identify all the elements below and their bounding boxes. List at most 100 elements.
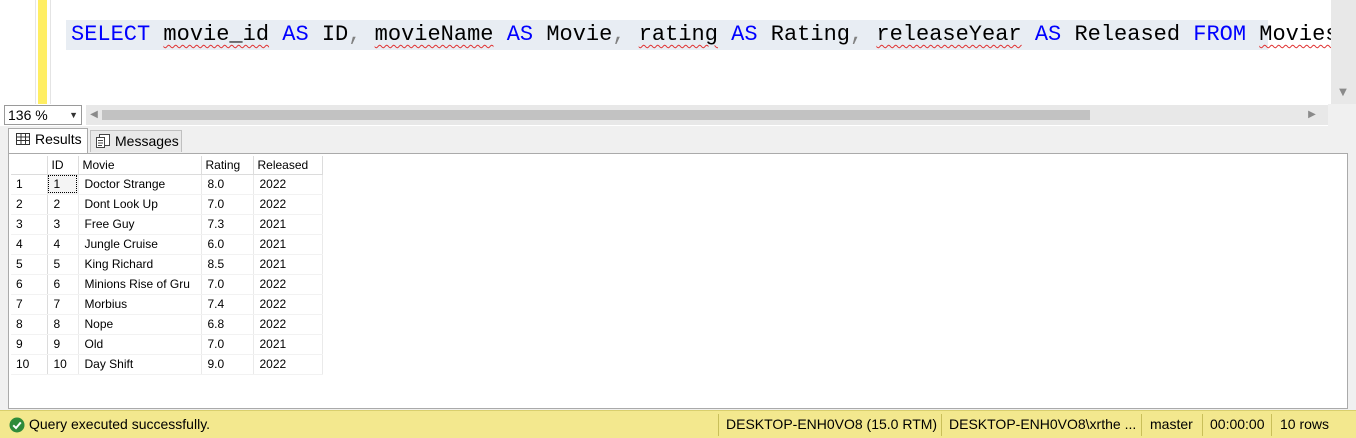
row-number[interactable]: 6 — [11, 274, 48, 295]
tab-results-label: Results — [35, 131, 82, 147]
row-number[interactable]: 1 — [11, 174, 48, 195]
scroll-left-arrow-icon[interactable]: ◀ — [86, 105, 102, 125]
row-number[interactable]: 5 — [11, 254, 48, 275]
cell-released[interactable]: 2022 — [253, 294, 323, 315]
scroll-down-arrow-icon[interactable]: ▼ — [1335, 86, 1351, 100]
tab-results[interactable]: Results — [8, 128, 88, 153]
cell-rating[interactable]: 7.4 — [201, 294, 254, 315]
cell-movie[interactable]: King Richard — [78, 254, 202, 275]
sql-column-rating: rating — [638, 22, 718, 47]
cell-movie[interactable]: Nope — [78, 314, 202, 335]
table-row[interactable]: 9 9 Old 7.0 2021 — [11, 334, 323, 355]
cell-released[interactable]: 2021 — [253, 214, 323, 235]
results-grid[interactable]: ID Movie Rating Released 1 1 Doctor Strang… — [8, 153, 1348, 409]
table-row[interactable]: 4 4 Jungle Cruise 6.0 2021 — [11, 234, 323, 255]
table-row[interactable]: 1 1 Doctor Strange 8.0 2022 — [11, 174, 323, 195]
horizontal-scroll-thumb[interactable] — [102, 110, 1090, 120]
status-elapsed-time: 00:00:00 — [1210, 416, 1265, 432]
row-number[interactable]: 2 — [11, 194, 48, 215]
sql-keyword-as: AS — [506, 22, 534, 47]
chevron-down-icon[interactable]: ▼ — [69, 106, 78, 124]
cell-id[interactable]: 7 — [47, 294, 79, 315]
cell-id[interactable]: 6 — [47, 274, 79, 295]
cell-id[interactable]: 8 — [47, 314, 79, 335]
row-number[interactable]: 3 — [11, 214, 48, 235]
status-divider — [1141, 414, 1142, 436]
sql-alias-rating: Rating — [770, 22, 850, 47]
row-number[interactable]: 7 — [11, 294, 48, 315]
column-header-released[interactable]: Released — [253, 156, 323, 175]
table-row[interactable]: 5 5 King Richard 8.5 2021 — [11, 254, 323, 275]
zoom-value: 136 % — [8, 107, 48, 123]
row-number[interactable]: 10 — [11, 354, 48, 375]
table-row[interactable]: 7 7 Morbius 7.4 2022 — [11, 294, 323, 315]
cell-id[interactable]: 9 — [47, 334, 79, 355]
cell-rating[interactable]: 9.0 — [201, 354, 254, 375]
sql-keyword-as: AS — [731, 22, 758, 47]
status-bar: Query executed successfully. DESKTOP-ENH… — [0, 410, 1356, 438]
cell-released[interactable]: 2022 — [253, 354, 323, 375]
scrollbar-corner — [1328, 104, 1356, 126]
table-row[interactable]: 8 8 Nope 6.8 2022 — [11, 314, 323, 335]
scroll-right-arrow-icon[interactable]: ▶ — [1304, 105, 1320, 125]
cell-released[interactable]: 2022 — [253, 194, 323, 215]
gutter-divider — [50, 0, 51, 104]
cell-movie[interactable]: Morbius — [78, 294, 202, 315]
cell-rating[interactable]: 6.8 — [201, 314, 254, 335]
editor-horizontal-scrollbar[interactable]: ◀ ▶ — [86, 105, 1328, 125]
sql-column-moviename: movieName — [374, 22, 494, 47]
cell-id[interactable]: 5 — [47, 254, 79, 275]
cell-movie[interactable]: Old — [78, 334, 202, 355]
column-header-id[interactable]: ID — [47, 156, 79, 175]
sql-keyword-from: FROM — [1193, 22, 1247, 47]
sql-comma: , — [849, 22, 864, 47]
row-number-header[interactable] — [11, 156, 48, 175]
sql-query-text[interactable]: SELECT movie_id AS ID, movieName AS Movi… — [71, 22, 1352, 48]
cell-rating[interactable]: 7.0 — [201, 274, 254, 295]
status-divider — [718, 414, 719, 436]
cell-released[interactable]: 2021 — [253, 234, 323, 255]
check-circle-icon — [9, 417, 25, 433]
cell-released[interactable]: 2021 — [253, 254, 323, 275]
cell-movie[interactable]: Day Shift — [78, 354, 202, 375]
table-row[interactable]: 2 2 Dont Look Up 7.0 2022 — [11, 194, 323, 215]
column-header-movie[interactable]: Movie — [78, 156, 202, 175]
tab-messages[interactable]: Messages — [90, 130, 182, 152]
cell-rating[interactable]: 8.5 — [201, 254, 254, 275]
cell-movie[interactable]: Minions Rise of Gru — [78, 274, 202, 295]
row-number[interactable]: 8 — [11, 314, 48, 335]
cell-id[interactable]: 1 — [47, 174, 79, 195]
cell-released[interactable]: 2022 — [253, 314, 323, 335]
cell-id[interactable]: 3 — [47, 214, 79, 235]
cell-id[interactable]: 10 — [47, 354, 79, 375]
column-header-rating[interactable]: Rating — [201, 156, 254, 175]
sql-comma: , — [612, 22, 626, 47]
cell-id[interactable]: 4 — [47, 234, 79, 255]
zoom-dropdown[interactable]: 136 % ▼ — [4, 105, 82, 125]
grid-icon — [16, 131, 30, 145]
cell-rating[interactable]: 7.0 — [201, 334, 254, 355]
cell-rating[interactable]: 7.3 — [201, 214, 254, 235]
sql-column-movie-id: movie_id — [163, 22, 270, 47]
cell-rating[interactable]: 6.0 — [201, 234, 254, 255]
cell-movie[interactable]: Doctor Strange — [78, 174, 202, 195]
row-number[interactable]: 4 — [11, 234, 48, 255]
cell-movie[interactable]: Dont Look Up — [78, 194, 202, 215]
status-divider — [1271, 414, 1272, 436]
cell-rating[interactable]: 8.0 — [201, 174, 254, 195]
query-editor[interactable]: SELECT movie_id AS ID, movieName AS Movi… — [0, 0, 1356, 104]
results-table[interactable]: ID Movie Rating Released 1 1 Doctor Strang… — [11, 156, 323, 375]
sql-comma: , — [348, 22, 362, 47]
cell-movie[interactable]: Jungle Cruise — [78, 234, 202, 255]
table-row[interactable]: 3 3 Free Guy 7.3 2021 — [11, 214, 323, 235]
cell-released[interactable]: 2022 — [253, 174, 323, 195]
table-row[interactable]: 6 6 Minions Rise of Gru 7.0 2022 — [11, 274, 323, 295]
cell-movie[interactable]: Free Guy — [78, 214, 202, 235]
cell-rating[interactable]: 7.0 — [201, 194, 254, 215]
cell-released[interactable]: 2021 — [253, 334, 323, 355]
status-row-count: 10 rows — [1280, 416, 1330, 432]
cell-released[interactable]: 2022 — [253, 274, 323, 295]
cell-id[interactable]: 2 — [47, 194, 79, 215]
row-number[interactable]: 9 — [11, 334, 48, 355]
table-row[interactable]: 10 10 Day Shift 9.0 2022 — [11, 354, 323, 375]
